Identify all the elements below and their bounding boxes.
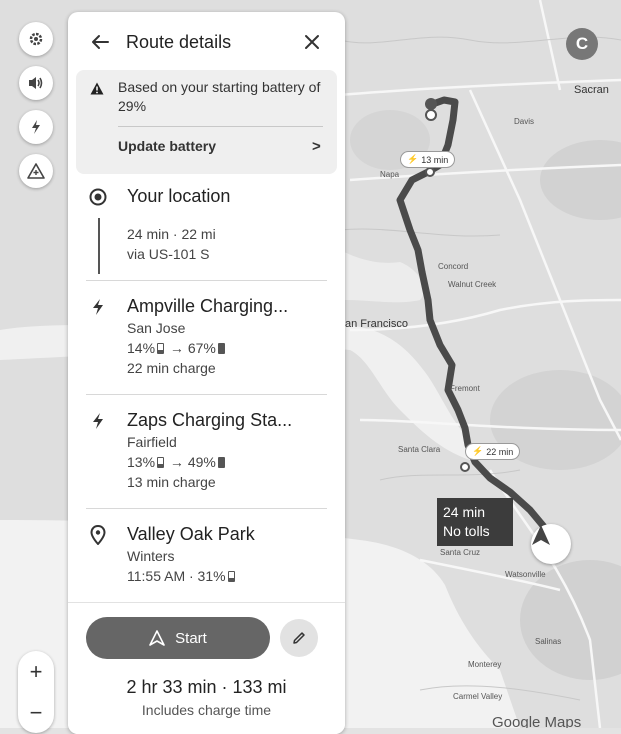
map-label-santa-clara: Santa Clara <box>398 445 441 454</box>
bolt-icon <box>87 296 109 318</box>
account-avatar[interactable]: C <box>566 28 598 60</box>
map-label-sacramento: Sacran <box>574 84 609 96</box>
charger-eta-text: 13 min <box>421 154 449 165</box>
update-battery-button[interactable]: Update battery <box>118 138 216 154</box>
route-details-panel: Route details Based on your starting bat… <box>68 12 345 734</box>
map-label-san-francisco: an Francisco <box>345 318 408 330</box>
navigation-icon <box>532 525 550 545</box>
settings-icon <box>29 32 43 46</box>
stop-name: Zaps Charging Sta... <box>127 410 293 430</box>
arrival-info: 11:55 AM · 31% <box>127 568 237 584</box>
arrival-time-charge: 11:55 AM · 31% <box>127 568 226 584</box>
bolt-icon <box>87 410 109 432</box>
back-arrow-icon <box>92 35 109 49</box>
navigation-icon <box>149 630 165 646</box>
ev-filter-button[interactable] <box>19 110 53 144</box>
warning-icon <box>90 82 104 95</box>
route-stop-charger[interactable]: Zaps Charging Sta... Fairfield 13% → 49%… <box>68 406 345 510</box>
stop-city: Winters <box>127 548 175 564</box>
close-icon <box>305 35 319 49</box>
place-pin-icon <box>87 524 109 546</box>
map-label-salinas: Salinas <box>535 637 562 646</box>
battery-full-icon <box>217 457 225 468</box>
divider <box>118 126 323 127</box>
avatar-letter: C <box>575 34 589 53</box>
map-label-concord: Concord <box>438 262 469 271</box>
eta-note: No tolls <box>443 523 490 539</box>
settings-button[interactable] <box>19 22 53 56</box>
zoom-control: + − <box>18 651 54 733</box>
panel-footer: Start 2 hr 33 min · 133 mi Includes char… <box>68 602 345 734</box>
map-label-monterey: Monterey <box>468 660 502 669</box>
bolt-icon: ⚡ <box>407 154 419 164</box>
volume-icon <box>29 77 43 89</box>
leg-time-distance: 24 min · 22 mi <box>127 226 216 242</box>
zoom-in-button[interactable]: + <box>18 651 54 692</box>
eta-time: 24 min <box>443 504 486 520</box>
map-label-walnut-creek: Walnut Creek <box>448 280 497 289</box>
report-incident-button[interactable] <box>19 154 53 188</box>
google-maps-logo: Google Maps <box>492 714 582 728</box>
divider <box>86 280 327 281</box>
edit-route-button[interactable] <box>280 619 318 657</box>
close-button[interactable] <box>300 30 324 54</box>
battery-low-icon <box>227 571 235 582</box>
charge-to: 49% <box>187 454 216 470</box>
charge-time: 13 min charge <box>127 474 216 490</box>
map-label-fremont: Fremont <box>450 384 480 393</box>
charger-eta-text: 22 min <box>486 446 514 457</box>
charge-levels: 13% → 49% <box>127 454 227 470</box>
stop-name: Valley Oak Park <box>127 524 255 544</box>
charger-eta-bubble[interactable]: ⚡ 13 min <box>400 151 456 168</box>
map-label-santa-cruz: Santa Cruz <box>440 548 481 557</box>
ev-charger-icon <box>32 120 40 134</box>
route-stop-destination[interactable]: Valley Oak Park Winters 11:55 AM · 31% <box>68 520 345 600</box>
back-button[interactable] <box>88 30 112 54</box>
trip-total-note: Includes charge time <box>141 702 272 718</box>
chevron-right-icon[interactable]: > <box>312 138 321 155</box>
charger-eta-bubble[interactable]: ⚡ 22 min <box>465 443 521 460</box>
route-eta-callout[interactable]: 24 min No tolls <box>437 498 513 546</box>
charge-time: 22 min charge <box>127 360 216 376</box>
stop-city: Fairfield <box>127 434 177 450</box>
leg-route: via US-101 S <box>127 246 210 262</box>
stop-city: San Jose <box>127 320 186 336</box>
battery-low-icon <box>157 457 165 468</box>
pencil-icon <box>293 632 305 644</box>
charge-to: 67% <box>187 340 216 356</box>
battery-full-icon <box>217 343 225 354</box>
location-target-icon <box>87 186 109 208</box>
divider <box>86 508 327 509</box>
current-location-marker <box>531 524 571 564</box>
bolt-icon: ⚡ <box>472 446 484 456</box>
panel-header: Route details <box>68 12 345 70</box>
divider <box>86 394 327 395</box>
battery-notice-card: Based on your starting battery of 29% Up… <box>76 70 337 174</box>
warning-add-icon <box>27 163 45 179</box>
stop-name: Ampville Charging... <box>127 296 289 316</box>
zoom-out-button[interactable]: − <box>18 692 54 733</box>
charge-levels: 14% → 67% <box>127 340 227 356</box>
battery-notice-text: Based on your starting battery of 29% <box>118 79 321 114</box>
panel-title: Route details <box>126 32 232 52</box>
start-navigation-button[interactable]: Start <box>86 617 270 659</box>
map-label-napa: Napa <box>380 170 400 179</box>
route-leg-line <box>98 218 100 274</box>
map-label-carmel-valley: Carmel Valley <box>453 692 503 701</box>
trip-total: 2 hr 33 min · 133 mi <box>126 677 287 697</box>
battery-low-icon <box>157 343 165 354</box>
map-label-davis: Davis <box>514 117 535 126</box>
route-stop-charger[interactable]: Ampville Charging... San Jose 14% → 67% … <box>68 292 345 396</box>
stop-name: Your location <box>127 186 231 206</box>
sound-button[interactable] <box>19 66 53 100</box>
route-stop-origin[interactable]: Your location 24 min · 22 mi via US-101 … <box>68 180 345 288</box>
start-label: Start <box>175 629 207 647</box>
charge-from: 14% <box>127 340 156 356</box>
map-label-watsonville: Watsonville <box>505 570 546 579</box>
charge-from: 13% <box>127 454 156 470</box>
